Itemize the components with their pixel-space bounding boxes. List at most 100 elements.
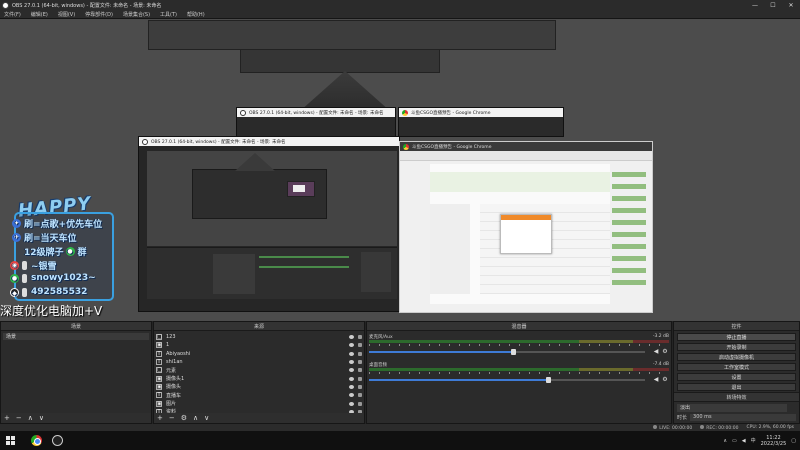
visibility-eye-icon[interactable]: [349, 360, 354, 365]
volume-knob[interactable]: [546, 377, 552, 383]
source-type-icon: T: [156, 392, 162, 399]
source-item[interactable]: T 直播车: [154, 391, 364, 399]
move-source-up-button[interactable]: ∧: [193, 414, 198, 422]
visibility-eye-icon[interactable]: [349, 401, 354, 406]
lock-icon[interactable]: [358, 376, 362, 381]
source-item[interactable]: ▣ 摄像头1: [154, 374, 364, 382]
window-controls: — ☐ ✕: [746, 0, 800, 10]
volume-fill: [369, 379, 549, 381]
source-type-icon: ▣: [156, 342, 162, 349]
volume-icon[interactable]: ◀: [742, 438, 746, 444]
mixer-channel-db: -7.4 dB: [652, 362, 669, 367]
visibility-eye-icon[interactable]: [349, 393, 354, 398]
speaker-icon[interactable]: ◀: [653, 377, 659, 383]
tray-up-arrow-icon[interactable]: ∧: [723, 438, 727, 444]
qq-icon: ◆: [10, 287, 19, 297]
source-item[interactable]: Tshi1an: [154, 358, 364, 366]
move-scene-up-button[interactable]: ∧: [28, 414, 33, 422]
volume-slider[interactable]: [369, 349, 645, 355]
menu-file[interactable]: 文件(F): [4, 11, 21, 18]
lock-icon[interactable]: [358, 360, 362, 365]
menu-docks[interactable]: 停靠部件(D): [85, 11, 113, 18]
menu-help[interactable]: 帮助(H): [187, 11, 205, 18]
captured-chrome-window[interactable]: 斗鱼CSGO直播预告 - Google Chrome: [399, 141, 653, 313]
visibility-eye-icon[interactable]: [349, 335, 354, 340]
controls-dock: 控件 停止直播 开始录制 启动虚拟摄像机 工作室模式 设置 退出 转场特效 淡出…: [673, 321, 800, 424]
lock-icon[interactable]: [358, 351, 362, 356]
visibility-eye-icon[interactable]: [349, 376, 354, 381]
visibility-eye-icon[interactable]: [349, 384, 354, 389]
stop-streaming-button[interactable]: 停止直播: [677, 333, 796, 341]
remove-source-button[interactable]: −: [169, 414, 175, 422]
gear-icon[interactable]: ⚙: [662, 377, 668, 383]
windows-start-icon[interactable]: [6, 436, 15, 445]
mini-obs-window: OBS 27.0.1 (64-bit, windows) - 配置文件: 未命名…: [236, 107, 396, 137]
volume-knob[interactable]: [510, 349, 516, 355]
move-scene-down-button[interactable]: ∨: [39, 414, 44, 422]
menu-edit[interactable]: 编辑(E): [31, 11, 48, 18]
speaker-icon[interactable]: ◀: [653, 349, 659, 355]
info-card: ✦ 刷=点歌+优先车位 ✈ 刷=当天车位 12级牌子 ● 群 ◉ ~银雪 ● snowy1…: [10, 212, 114, 301]
source-item[interactable]: ▣ 图片: [154, 399, 364, 407]
source-item[interactable]: T Abiyaoshi: [154, 350, 364, 358]
maximize-button[interactable]: ☐: [764, 0, 782, 10]
captured-chrome-title: 斗鱼CSGO直播预告 - Google Chrome: [412, 144, 492, 150]
taskbar-clock[interactable]: 11:22 2022/3/25: [761, 435, 787, 447]
chrome-icon: [402, 109, 408, 116]
duration-input[interactable]: 300 ms: [690, 414, 796, 421]
captured-obs-preview: [147, 151, 397, 246]
visibility-eye-icon[interactable]: [349, 351, 354, 356]
menu-view[interactable]: 视图(V): [58, 11, 75, 18]
streamer-overlay: HAPPY ✦ 刷=点歌+优先车位 ✈ 刷=当天车位 12级牌子 ● 群 ◉ ~银雪 ●…: [4, 193, 114, 317]
lock-icon[interactable]: [358, 384, 362, 389]
preview-canvas[interactable]: OBS 27.0.1 (64-bit, windows) - 配置文件: 未命名…: [0, 19, 800, 321]
add-source-button[interactable]: +: [157, 414, 163, 422]
network-icon[interactable]: ▭: [732, 438, 737, 444]
studio-mode-button[interactable]: 工作室模式: [677, 363, 796, 371]
source-item[interactable]: ▢ 元素: [154, 366, 364, 374]
menu-tools[interactable]: 工具(T): [160, 11, 177, 18]
source-type-icon: T: [156, 359, 162, 366]
lock-icon[interactable]: [358, 368, 362, 373]
source-item[interactable]: ▣ 摄像头: [154, 383, 364, 391]
start-recording-button[interactable]: 开始录制: [677, 343, 796, 351]
move-source-down-button[interactable]: ∨: [204, 414, 209, 422]
close-button[interactable]: ✕: [782, 0, 800, 10]
menu-scene-collection[interactable]: 场景集合(S): [123, 11, 150, 18]
transition-select[interactable]: 淡出: [677, 404, 787, 412]
source-item[interactable]: □ 123: [154, 333, 364, 341]
captured-obs-window[interactable]: OBS 27.0.1 (64-bit, windows) - 配置文件: 未命名…: [138, 136, 400, 312]
scene-item[interactable]: 场景: [3, 333, 149, 340]
settings-button[interactable]: 设置: [677, 373, 796, 381]
add-scene-button[interactable]: +: [4, 414, 10, 422]
source-item[interactable]: ▣ 1: [154, 341, 364, 349]
start-virtual-camera-button[interactable]: 启动虚拟摄像机: [677, 353, 796, 361]
source-properties-gear-icon[interactable]: ⚙: [181, 414, 187, 422]
lock-icon[interactable]: [358, 393, 362, 398]
volume-slider[interactable]: [369, 377, 645, 383]
info-line-5: ● snowy1023~: [10, 273, 96, 283]
visibility-eye-icon[interactable]: [349, 368, 354, 373]
captured-dialog: [500, 214, 552, 254]
lock-icon[interactable]: [358, 343, 362, 348]
mixer-channel-db: -3.2 dB: [652, 334, 669, 339]
mini-chrome-title: 斗鱼CSGO直播预告 - Google Chrome: [411, 110, 491, 116]
info-line-3: 12级牌子 ● 群: [24, 247, 87, 258]
rec-timer: REC: 00:00:00: [706, 425, 739, 431]
audio-mixer-dock: 混音器 麦克风/Aux -3.2 dB ◀ ⚙ 桌面音频 -7.4 dB ◀ ⚙: [366, 321, 672, 424]
notification-icon[interactable]: ▢: [791, 438, 796, 444]
minimize-button[interactable]: —: [746, 0, 764, 10]
chrome-taskbar-icon[interactable]: [31, 435, 42, 446]
lock-icon[interactable]: [358, 335, 362, 340]
input-language[interactable]: 中: [751, 437, 756, 444]
visibility-eye-icon[interactable]: [349, 343, 354, 348]
sources-dock: 来源 □ 123 ▣ 1 T Abiyaoshi Tshi1an ▢ 元素 ▣ 摄像头1 …: [153, 321, 365, 424]
mixer-header: 混音器: [367, 322, 671, 331]
dock-area: 场景 场景 + − ∧ ∨ 来源 □ 123 ▣ 1 T Abiyaoshi Tshi…: [0, 321, 800, 424]
remove-scene-button[interactable]: −: [16, 414, 22, 422]
lock-icon[interactable]: [358, 401, 362, 406]
captured-web-page: [430, 164, 610, 304]
gear-icon[interactable]: ⚙: [662, 349, 668, 355]
obs-taskbar-icon[interactable]: [52, 435, 63, 446]
exit-button[interactable]: 退出: [677, 383, 796, 391]
